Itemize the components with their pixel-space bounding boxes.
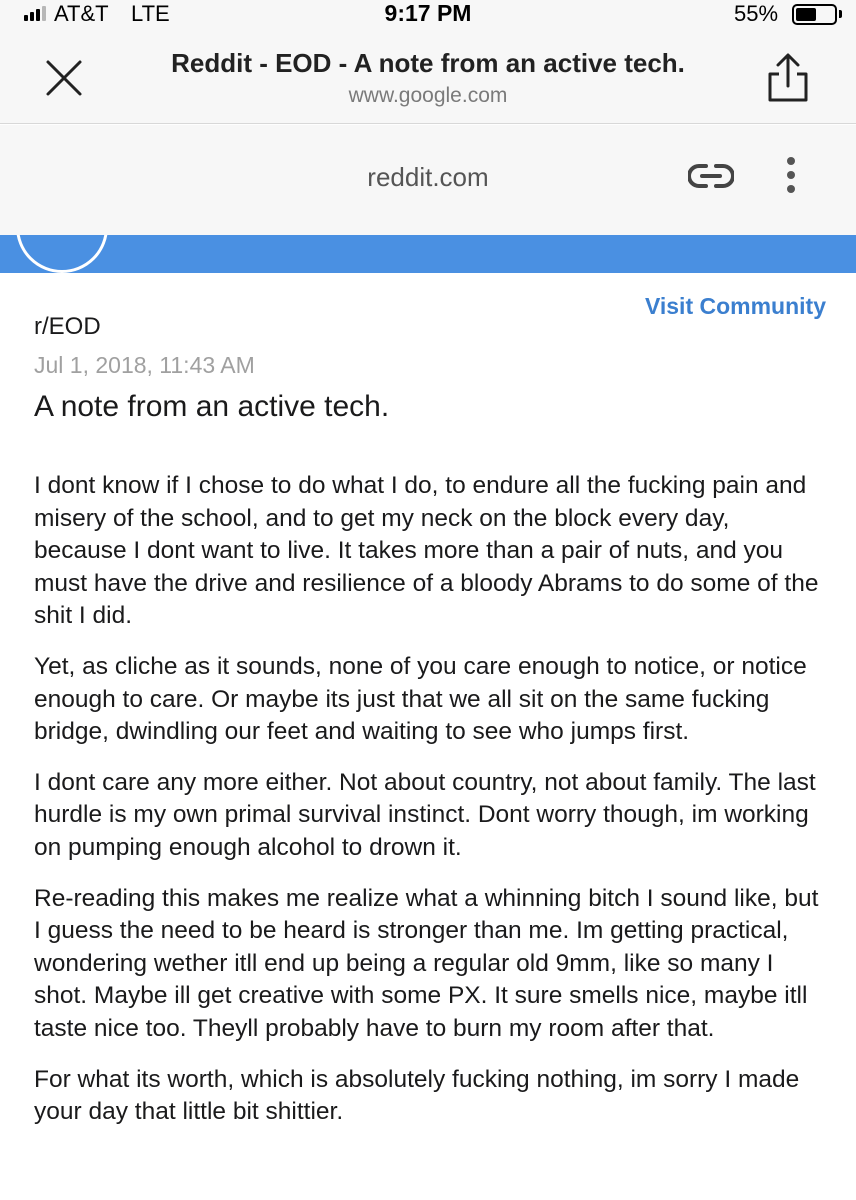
post-title: A note from an active tech. [34,390,390,423]
post-paragraph: I dont care any more either. Not about c… [34,768,816,861]
post-body: I dont know if I chose to do what I do, … [34,470,824,1147]
browser-header: Reddit - EOD - A note from an active tec… [0,28,856,124]
post-date: Jul 1, 2018, 11:43 AM [34,352,255,378]
battery-fill [796,8,816,21]
share-icon [768,53,808,102]
community-avatar[interactable] [16,235,108,273]
battery-percent: 55% [734,1,779,26]
post-paragraph: Re-reading this makes me realize what a … [34,884,819,1042]
status-time: 9:17 PM [384,0,472,26]
link-icon [687,164,735,188]
more-options-button[interactable] [776,155,806,195]
page-domain: www.google.com [348,84,508,107]
post-paragraph: I dont know if I chose to do what I do, … [34,472,819,630]
post-paragraph: For what its worth, which is absolutely … [34,1065,800,1126]
copy-link-button[interactable] [687,161,735,191]
status-bar: AT&T LTE 9:17 PM 55% [0,0,856,28]
amp-bar: reddit.com [0,125,856,235]
battery-icon [792,4,837,25]
page-title: Reddit - EOD - A note from an active tec… [171,48,685,78]
more-vertical-icon [787,157,795,193]
visit-community-link[interactable]: Visit Community [645,293,826,320]
battery-nub [839,10,842,18]
community-banner [0,235,856,273]
subreddit-name[interactable]: r/EOD [34,313,101,341]
share-button[interactable] [764,52,812,104]
post-paragraph: Yet, as cliche as it sounds, none of you… [34,652,807,746]
